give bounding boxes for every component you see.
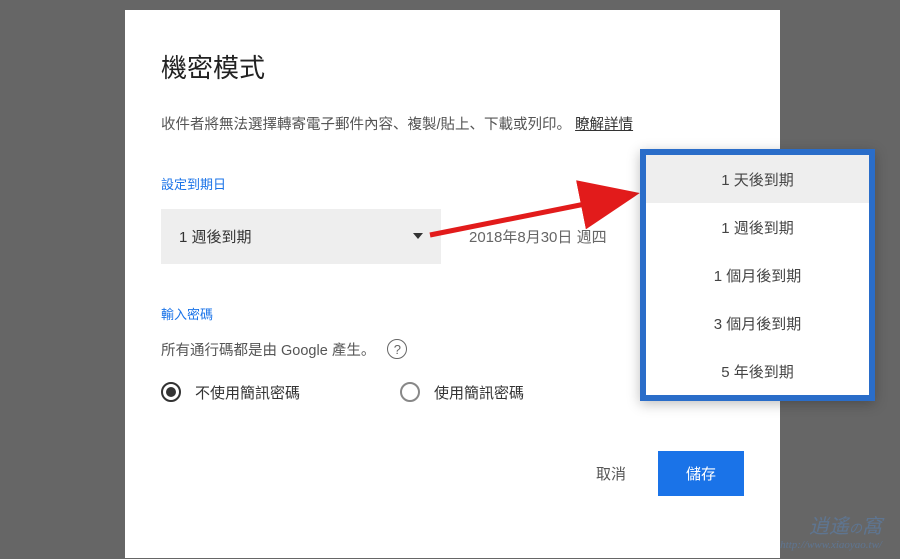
radio-dot-icon <box>166 387 176 397</box>
cancel-button[interactable]: 取消 <box>588 453 634 494</box>
dropdown-option-5-years[interactable]: 5 年後到期 <box>646 347 869 395</box>
radio-sms-label: 使用簡訊密碼 <box>434 382 524 403</box>
radio-button-icon <box>400 382 420 402</box>
learn-more-link[interactable]: 瞭解詳情 <box>575 117 633 133</box>
save-button[interactable]: 儲存 <box>658 451 744 496</box>
dropdown-option-1-week[interactable]: 1 週後到期 <box>646 203 869 251</box>
radio-sms[interactable]: 使用簡訊密碼 <box>400 382 524 403</box>
dialog-title: 機密模式 <box>161 48 744 85</box>
help-icon[interactable]: ? <box>387 339 407 359</box>
expiry-select[interactable]: 1 週後到期 <box>161 209 441 264</box>
button-row: 取消 儲存 <box>161 451 744 496</box>
dropdown-option-1-month[interactable]: 1 個月後到期 <box>646 251 869 299</box>
dialog-description: 收件者將無法選擇轉寄電子郵件內容、複製/貼上、下載或列印。 瞭解詳情 <box>161 113 744 138</box>
description-text: 收件者將無法選擇轉寄電子郵件內容、複製/貼上、下載或列印。 <box>161 117 571 133</box>
annotation-arrow-icon <box>420 180 650 250</box>
radio-no-sms[interactable]: 不使用簡訊密碼 <box>161 382 300 403</box>
watermark-title: 逍遙の窩 <box>780 510 882 539</box>
dropdown-option-3-months[interactable]: 3 個月後到期 <box>646 299 869 347</box>
radio-button-icon <box>161 382 181 402</box>
watermark-url: http://www.xiaoyao.tw/ <box>780 539 882 551</box>
expiry-dropdown-menu: 1 天後到期 1 週後到期 1 個月後到期 3 個月後到期 5 年後到期 <box>640 149 875 401</box>
dropdown-option-1-day[interactable]: 1 天後到期 <box>646 155 869 203</box>
radio-no-sms-label: 不使用簡訊密碼 <box>195 382 300 403</box>
watermark: 逍遙の窩 http://www.xiaoyao.tw/ <box>780 510 882 551</box>
password-description: 所有通行碼都是由 Google 產生。 <box>161 339 375 360</box>
expiry-selected-value: 1 週後到期 <box>179 226 252 247</box>
